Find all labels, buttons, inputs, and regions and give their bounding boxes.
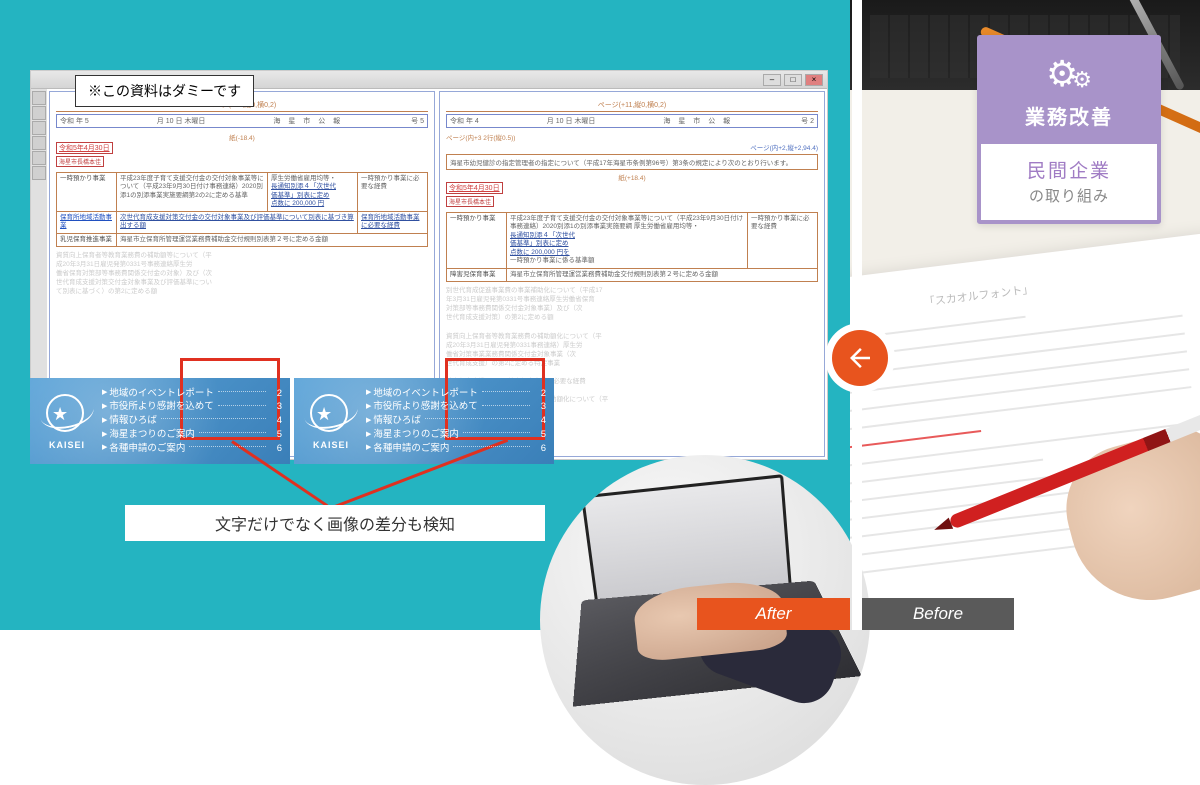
tool-icon[interactable] xyxy=(32,136,46,150)
toc-cards: ★ KAISEI ▶地域のイベントレポート2▶市役所より感謝を込めて3▶情報ひろ… xyxy=(30,378,554,464)
close-icon[interactable]: × xyxy=(805,74,823,86)
arrow-left-icon xyxy=(845,343,875,373)
kaisei-logo: ★ KAISEI xyxy=(38,392,96,450)
toc-card-left: ★ KAISEI ▶地域のイベントレポート2▶市役所より感謝を込めて3▶情報ひろ… xyxy=(30,378,290,464)
page-frame-info: ページ(+11,縦0,横0,2) xyxy=(446,100,818,112)
page-masthead: 令和 年 4 月 10 日 木曜日 海 星 市 公 報 号 2 xyxy=(446,114,818,128)
mayor-stamp: 海星市長橋本佳 xyxy=(56,156,104,167)
toc-item: ▶情報ひろば4 xyxy=(102,414,282,428)
toc-item: ▶市役所より感謝を込めて3 xyxy=(366,400,546,414)
tool-icon[interactable] xyxy=(32,121,46,135)
toc-list: ▶地域のイベントレポート2▶市役所より感謝を込めて3▶情報ひろば4▶海星まつりの… xyxy=(102,387,282,456)
hand-with-pen xyxy=(940,380,1200,630)
faded-content: 資質向上保育者等教育業務費の補助額等について（平成20年3月31日雇児発第033… xyxy=(56,251,428,296)
date-stamp: 令和5年4月30日 xyxy=(56,142,113,154)
category-badge: ⚙⚙ 業務改善 民間企業 の取り組み xyxy=(977,35,1161,224)
regulation-table: 一時預かり事業 平成23年度子育て支援交付金の交付対象事業等について（平成23年… xyxy=(446,212,818,282)
after-panel: – □ × ページ(+11,縦0,横0,2) 令和 年 5 月 10 日 木 xyxy=(0,0,850,630)
diff-caption: 文字だけでなく画像の差分も検知 xyxy=(125,505,545,541)
before-after-arrow-button[interactable] xyxy=(832,330,888,386)
after-label: After xyxy=(697,598,850,630)
gears-icon: ⚙⚙ xyxy=(989,53,1149,95)
toc-item: ▶海星まつりのご案内5 xyxy=(102,428,282,442)
regulation-table: 一時預かり事業 平成23年度子育て支援交付金の交付対象事業等について（平成23年… xyxy=(56,172,428,247)
toc-list: ▶地域のイベントレポート2▶市役所より感謝を込めて3▶情報ひろば4▶海星まつりの… xyxy=(366,387,546,456)
minimize-icon[interactable]: – xyxy=(763,74,781,86)
maximize-icon[interactable]: □ xyxy=(784,74,802,86)
panel-divider xyxy=(852,0,862,630)
before-label: Before xyxy=(862,598,1014,630)
toc-item: ▶情報ひろば4 xyxy=(366,414,546,428)
toc-item: ▶地域のイベントレポート2 xyxy=(102,387,282,401)
tool-icon[interactable] xyxy=(32,166,46,180)
toc-item: ▶海星まつりのご案内5 xyxy=(366,428,546,442)
mayor-stamp: 海星市長橋本佳 xyxy=(446,196,494,207)
tool-icon[interactable] xyxy=(32,151,46,165)
badge-subtitle-1: 民間企業 xyxy=(989,156,1149,183)
intro-box: 海星市幼児健診の指定管理者の指定について（平成17年海星市条例第96号）第3条の… xyxy=(446,154,818,170)
kaisei-logo: ★ KAISEI xyxy=(302,392,360,450)
tool-icon[interactable] xyxy=(32,91,46,105)
page-root: 「スカオルフォント」 – □ × xyxy=(0,0,1200,630)
dummy-disclaimer: ※この資料はダミーです xyxy=(75,75,254,107)
toc-item: ▶地域のイベントレポート2 xyxy=(366,387,546,401)
toc-card-right: ★ KAISEI ▶地域のイベントレポート2▶市役所より感謝を込めて3▶情報ひろ… xyxy=(294,378,554,464)
page-masthead: 令和 年 5 月 10 日 木曜日 海 星 市 公 報 号 5 xyxy=(56,114,428,128)
badge-title: 業務改善 xyxy=(989,101,1149,130)
toc-item: ▶各種申請のご案内6 xyxy=(366,442,546,456)
tool-icon[interactable] xyxy=(32,106,46,120)
toc-item: ▶各種申請のご案内6 xyxy=(102,442,282,456)
badge-subtitle-2: の取り組み xyxy=(989,185,1149,206)
toc-item: ▶市役所より感謝を込めて3 xyxy=(102,400,282,414)
date-stamp: 令和5年4月30日 xyxy=(446,182,503,194)
